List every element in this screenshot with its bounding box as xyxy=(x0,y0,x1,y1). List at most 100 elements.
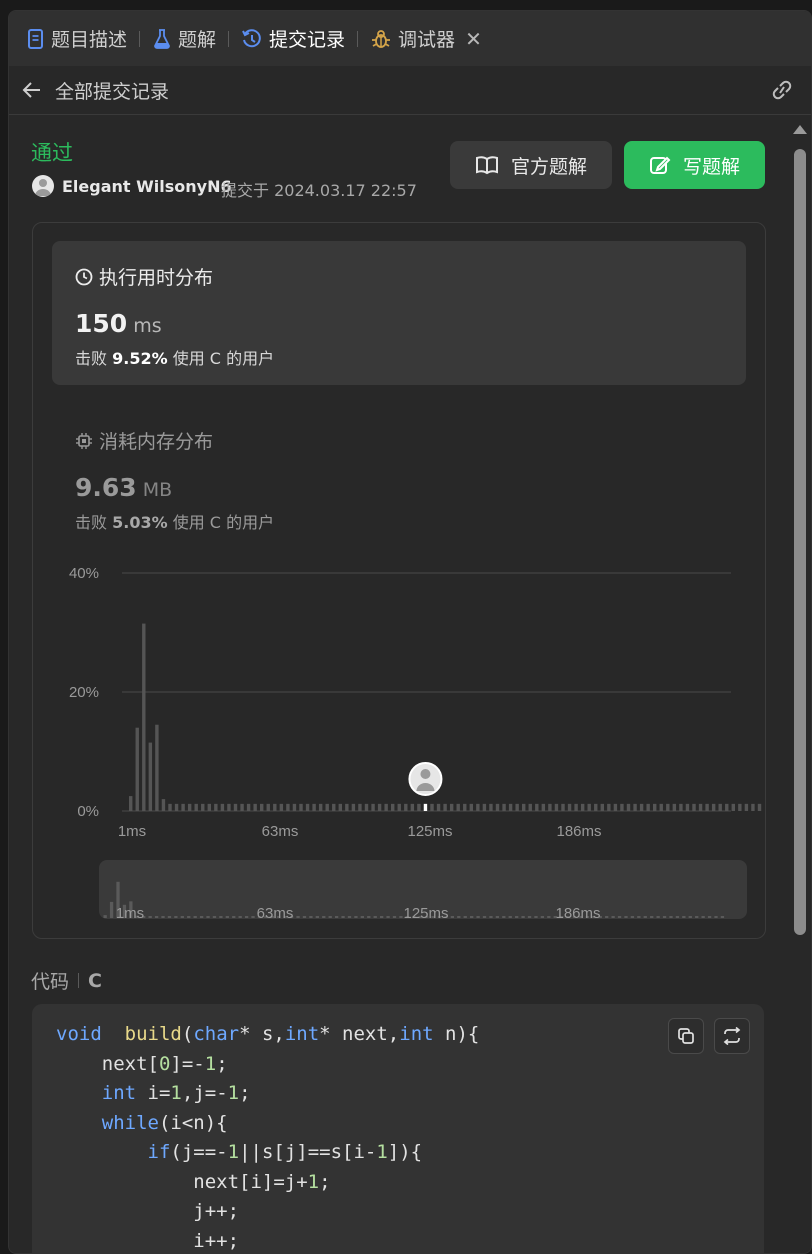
histogram-bar xyxy=(443,803,447,811)
tab-description[interactable]: 题目描述 xyxy=(27,11,127,66)
tab-submissions[interactable]: 提交记录 xyxy=(241,11,345,66)
tab-solutions[interactable]: 题解 xyxy=(152,11,216,66)
back-arrow-icon[interactable] xyxy=(21,79,43,101)
navigator-bar xyxy=(457,916,461,918)
navigator-bar xyxy=(495,916,500,918)
histogram-bar xyxy=(738,803,742,811)
navigator-bar xyxy=(450,916,455,918)
scrollbar-thumb[interactable] xyxy=(794,149,806,935)
histogram-bar xyxy=(129,796,133,811)
code-token: if xyxy=(147,1141,171,1163)
code-label-text: 代码 xyxy=(31,971,70,993)
histogram-bar xyxy=(554,803,559,811)
navigator-bar xyxy=(244,916,249,918)
navigator-bar xyxy=(630,916,635,918)
navigator-bar xyxy=(617,916,622,918)
code-token: 1 xyxy=(227,1082,240,1104)
code-token: 0 xyxy=(158,1052,171,1075)
write-solution-button[interactable]: 写题解 xyxy=(624,141,765,189)
code-section-label: 代码 C xyxy=(31,967,102,994)
x-tick-label: 1ms xyxy=(118,823,146,840)
histogram-bar xyxy=(174,803,179,811)
code-token: ||s[j]==s[i- xyxy=(239,1141,377,1163)
tab-label: 提交记录 xyxy=(269,29,346,51)
navigator-bar xyxy=(315,916,319,918)
navigator-bar xyxy=(154,916,159,918)
code-text[interactable]: void build(char* s,int* next,int n){ nex… xyxy=(56,1020,479,1253)
histogram-bar xyxy=(561,803,565,811)
histogram-bar xyxy=(541,803,546,811)
histogram-bar xyxy=(495,803,500,811)
code-token: ]=- xyxy=(170,1052,205,1075)
tab-debugger[interactable]: 调试器 xyxy=(370,11,455,66)
histogram-bar xyxy=(286,803,290,811)
histogram-bar xyxy=(351,803,356,811)
navigator-bar xyxy=(167,916,172,918)
link-icon[interactable] xyxy=(769,78,795,106)
navigator-tick-label: 186ms xyxy=(555,905,600,922)
histogram-bar xyxy=(744,803,749,811)
runtime-histogram: 40% 20% 0% 1ms 63ms 125ms 186ms 1ms 63ms 125ms 186… xyxy=(69,565,762,922)
navigator-bar xyxy=(701,916,705,918)
code-token: 1 xyxy=(376,1141,388,1163)
navigator-bar xyxy=(720,916,725,918)
navigator-bar xyxy=(527,916,532,918)
x-tick-label: 125ms xyxy=(407,823,452,840)
histogram-bar xyxy=(535,803,539,811)
code-token: void xyxy=(56,1023,102,1045)
histogram-bar xyxy=(168,803,172,811)
tab-label: 题目描述 xyxy=(51,29,128,51)
navigator-bar xyxy=(328,916,332,918)
navigator-bar xyxy=(251,916,255,918)
histogram-bar xyxy=(391,803,395,811)
histogram-bar xyxy=(240,803,244,811)
histogram-bar xyxy=(659,803,663,811)
code-token: ,j=- xyxy=(181,1082,228,1104)
navigator-bar xyxy=(193,916,197,918)
histogram-bar xyxy=(607,803,611,811)
histogram-bar xyxy=(135,727,139,811)
navigator-bar xyxy=(399,916,403,918)
histogram-bar xyxy=(476,803,480,811)
navigator-bar xyxy=(675,916,680,918)
histogram-bar xyxy=(227,803,231,811)
scroll-up-arrow[interactable] xyxy=(793,125,807,134)
submission-header: 全部提交记录 xyxy=(9,66,811,115)
navigator-bar xyxy=(662,916,667,918)
code-token: (i<n){ xyxy=(158,1111,228,1134)
tab-divider xyxy=(357,30,359,47)
compare-button[interactable] xyxy=(714,1018,750,1054)
navigator-bar xyxy=(515,916,519,918)
submitter-name[interactable]: Elegant WilsonyN6 xyxy=(62,177,232,196)
histogram-bar xyxy=(233,803,238,811)
histogram-bar xyxy=(155,724,159,811)
histogram-bar xyxy=(633,803,637,811)
code-token: 1 xyxy=(307,1170,320,1193)
histogram-bar xyxy=(731,803,735,811)
navigator-bar xyxy=(470,916,474,918)
copy-button[interactable] xyxy=(668,1018,704,1054)
code-token: next[i]=j+ xyxy=(56,1170,308,1193)
histogram-bar xyxy=(371,803,375,811)
histogram-bar xyxy=(548,803,552,811)
code-token: char xyxy=(193,1023,240,1045)
histogram-bar xyxy=(594,803,598,811)
page-title: 全部提交记录 xyxy=(55,80,170,103)
official-solution-button[interactable]: 官方题解 xyxy=(450,141,612,189)
histogram-bar xyxy=(751,803,755,811)
histogram-bar xyxy=(449,803,454,811)
code-token: int xyxy=(399,1023,434,1045)
navigator-bar xyxy=(386,916,390,918)
histogram-bar xyxy=(587,803,591,811)
histogram-bar xyxy=(666,803,670,811)
close-icon[interactable]: ✕ xyxy=(465,27,482,51)
navigator-bar xyxy=(302,916,307,918)
label-divider xyxy=(78,973,80,988)
histogram-bar xyxy=(142,623,146,811)
code-block[interactable]: void build(char* s,int* next,int n){ nex… xyxy=(32,1004,764,1253)
tab-label: 调试器 xyxy=(398,29,456,51)
navigator-bar xyxy=(534,916,538,918)
navigator-bar xyxy=(206,916,210,918)
button-label: 官方题解 xyxy=(510,155,587,178)
